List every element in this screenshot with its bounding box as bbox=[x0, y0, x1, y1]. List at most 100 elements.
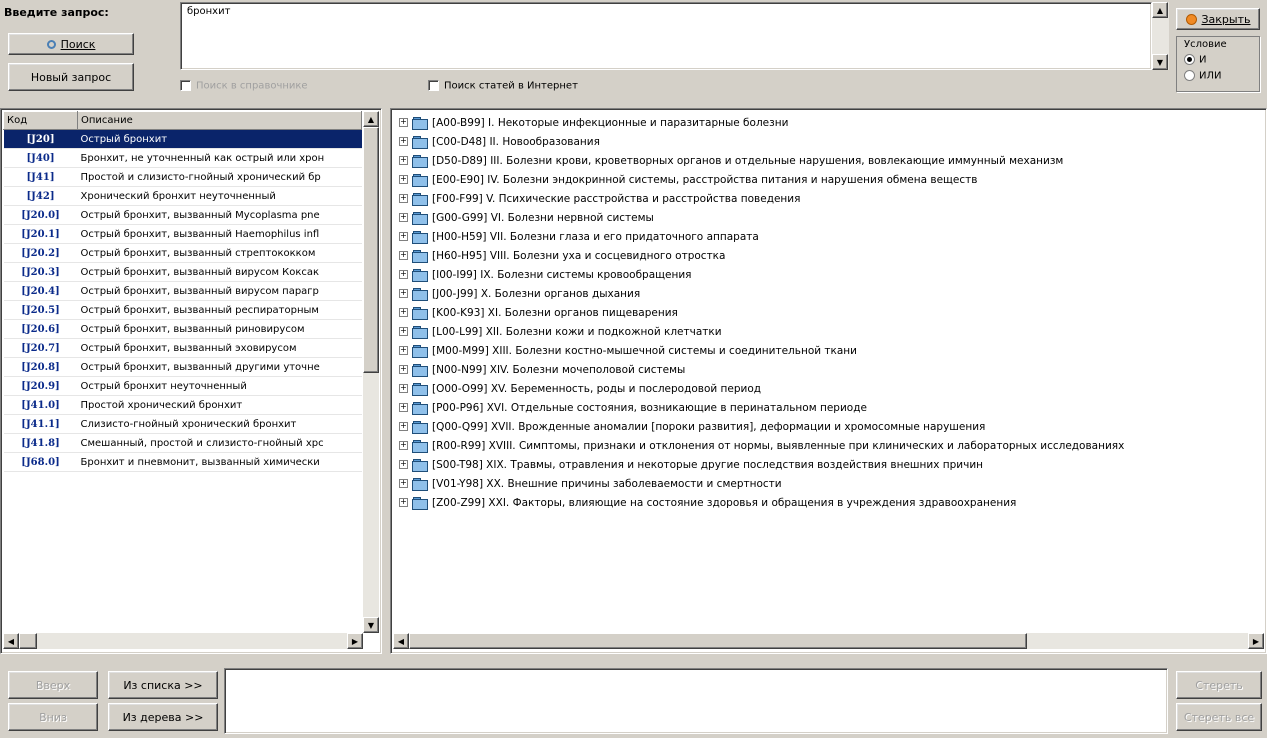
table-row[interactable]: [J20.9] Острый бронхит неуточненный bbox=[3, 376, 362, 396]
list-vscroll-thumb[interactable] bbox=[363, 127, 379, 373]
table-row[interactable]: [J20.0] Острый бронхит, вызванный Mycopla… bbox=[3, 205, 362, 225]
table-row[interactable]: [J41.8] Смешанный, простой и слизисто-гно… bbox=[3, 433, 362, 453]
from-list-button[interactable]: Из списка >> bbox=[108, 671, 218, 699]
search-internet-checkbox[interactable]: Поиск статей в Интернет bbox=[428, 80, 578, 92]
clear-all-button[interactable]: Стереть все bbox=[1176, 703, 1262, 731]
table-row[interactable]: [J41.1] Слизисто-гнойный хронический брон… bbox=[3, 414, 362, 434]
column-header-description[interactable]: Описание bbox=[77, 111, 362, 130]
expand-icon[interactable]: + bbox=[399, 498, 408, 507]
expand-icon[interactable]: + bbox=[399, 289, 408, 298]
search-internet-box[interactable] bbox=[428, 80, 439, 91]
tree-item[interactable]: + [I00-I99] IX. Болезни системы кровообра… bbox=[399, 265, 1261, 284]
new-query-button[interactable]: Новый запрос bbox=[8, 63, 134, 91]
tree-item[interactable]: + [V01-Y98] XX. Внешние причины заболевае… bbox=[399, 474, 1261, 493]
tree-item[interactable]: + [H00-H59] VII. Болезни глаза и его прид… bbox=[399, 227, 1261, 246]
tree-item[interactable]: + [K00-K93] XI. Болезни органов пищеварен… bbox=[399, 303, 1261, 322]
expand-icon[interactable]: + bbox=[399, 232, 408, 241]
radio-or[interactable]: ИЛИ bbox=[1184, 70, 1221, 82]
list-scroll-left-button[interactable]: ◀ bbox=[3, 633, 19, 649]
table-row[interactable]: [J20.4] Острый бронхит, вызванный вирусом… bbox=[3, 281, 362, 301]
tree-item[interactable]: + [H60-H95] VIII. Болезни уха и сосцевидн… bbox=[399, 246, 1261, 265]
expand-icon[interactable]: + bbox=[399, 137, 408, 146]
expand-icon[interactable]: + bbox=[399, 403, 408, 412]
table-row[interactable]: [J20.6] Острый бронхит, вызванный риновир… bbox=[3, 319, 362, 339]
tree-item[interactable]: + [R00-R99] XVIII. Симптомы, признаки и о… bbox=[399, 436, 1261, 455]
tree-item[interactable]: + [G00-G99] VI. Болезни нервной системы bbox=[399, 208, 1261, 227]
table-row[interactable]: [J40] Бронхит, не уточненный как острый и… bbox=[3, 148, 362, 168]
expand-icon[interactable]: + bbox=[399, 327, 408, 336]
expand-icon[interactable]: + bbox=[399, 479, 408, 488]
list-scroll-right-button[interactable]: ▶ bbox=[347, 633, 363, 649]
table-row[interactable]: [J20.2] Острый бронхит, вызванный стрепто… bbox=[3, 243, 362, 263]
up-button[interactable]: Вверх bbox=[8, 671, 98, 699]
tree-item[interactable]: + [N00-N99] XIV. Болезни мочеполовой сист… bbox=[399, 360, 1261, 379]
expand-icon[interactable]: + bbox=[399, 213, 408, 222]
tree-item[interactable]: + [P00-P96] XVI. Отдельные состояния, воз… bbox=[399, 398, 1261, 417]
list-hscrollbar[interactable] bbox=[3, 633, 363, 649]
row-code: [J20.1] bbox=[3, 224, 78, 244]
expand-icon[interactable]: + bbox=[399, 118, 408, 127]
down-button[interactable]: Вниз bbox=[8, 703, 98, 731]
results-list[interactable]: Код Описание [J20] Острый бронхит [J40] Бро… bbox=[0, 108, 382, 654]
row-description: Бронхит и пневмонит, вызванный химически bbox=[77, 452, 362, 472]
table-row[interactable]: [J20.1] Острый бронхит, вызванный Haemoph… bbox=[3, 224, 362, 244]
tree-item[interactable]: + [A00-B99] I. Некоторые инфекционные и п… bbox=[399, 113, 1261, 132]
radio-and-dot[interactable] bbox=[1184, 54, 1195, 65]
tree-item[interactable]: + [M00-M99] XIII. Болезни костно-мышечной… bbox=[399, 341, 1261, 360]
query-input[interactable]: бронхит bbox=[180, 2, 1152, 70]
radio-or-dot[interactable] bbox=[1184, 70, 1195, 81]
table-row[interactable]: [J41.0] Простой хронический бронхит bbox=[3, 395, 362, 415]
expand-icon[interactable]: + bbox=[399, 384, 408, 393]
tree-item[interactable]: + [F00-F99] V. Психические расстройства и… bbox=[399, 189, 1261, 208]
table-row[interactable]: [J41] Простой и слизисто-гнойный хроничес… bbox=[3, 167, 362, 187]
tree-item[interactable]: + [L00-L99] XII. Болезни кожи и подкожной… bbox=[399, 322, 1261, 341]
column-header-code[interactable]: Код bbox=[3, 111, 78, 130]
expand-icon[interactable]: + bbox=[399, 441, 408, 450]
table-row[interactable]: [J20.8] Острый бронхит, вызванный другими… bbox=[3, 357, 362, 377]
table-row[interactable]: [J20.7] Острый бронхит, вызванный эховиру… bbox=[3, 338, 362, 358]
tree-item[interactable]: + [S00-T98] XIX. Травмы, отравления и нек… bbox=[399, 455, 1261, 474]
close-button[interactable]: Закрыть bbox=[1176, 8, 1260, 30]
tree-item[interactable]: + [J00-J99] X. Болезни органов дыхания bbox=[399, 284, 1261, 303]
expand-icon[interactable]: + bbox=[399, 194, 408, 203]
expand-icon[interactable]: + bbox=[399, 156, 408, 165]
query-scroll-down-button[interactable]: ▼ bbox=[1152, 54, 1168, 70]
tree-item[interactable]: + [Z00-Z99] XXI. Факторы, влияющие на сос… bbox=[399, 493, 1261, 512]
tree-item[interactable]: + [E00-E90] IV. Болезни эндокринной систе… bbox=[399, 170, 1261, 189]
expand-icon[interactable]: + bbox=[399, 175, 408, 184]
expand-icon[interactable]: + bbox=[399, 308, 408, 317]
search-button[interactable]: Поиск bbox=[8, 33, 134, 55]
tree-item[interactable]: + [O00-O99] XV. Беременность, роды и посл… bbox=[399, 379, 1261, 398]
tree-item[interactable]: + [D50-D89] III. Болезни крови, кроветвор… bbox=[399, 151, 1261, 170]
row-code: [J41.1] bbox=[3, 414, 78, 434]
expand-icon[interactable]: + bbox=[399, 422, 408, 431]
search-reference-box[interactable] bbox=[180, 80, 191, 91]
list-scroll-down-button[interactable]: ▼ bbox=[363, 617, 379, 633]
clear-button[interactable]: Стереть bbox=[1176, 671, 1262, 699]
expand-icon[interactable]: + bbox=[399, 251, 408, 260]
search-reference-checkbox[interactable]: Поиск в справочнике bbox=[180, 80, 308, 92]
radio-and[interactable]: И bbox=[1184, 54, 1206, 66]
tree-item[interactable]: + [Q00-Q99] XVII. Врожденные аномалии [по… bbox=[399, 417, 1261, 436]
from-tree-button[interactable]: Из дерева >> bbox=[108, 703, 218, 731]
expand-icon[interactable]: + bbox=[399, 346, 408, 355]
tree-item[interactable]: + [C00-D48] II. Новообразования bbox=[399, 132, 1261, 151]
tree-item-label: [M00-M99] XIII. Болезни костно-мышечной … bbox=[432, 344, 857, 357]
table-row[interactable]: [J20.5] Острый бронхит, вызванный респира… bbox=[3, 300, 362, 320]
tree-hscroll-thumb[interactable] bbox=[409, 633, 1027, 649]
icd-tree[interactable]: + [A00-B99] I. Некоторые инфекционные и п… bbox=[390, 108, 1267, 654]
tree-scroll-right-button[interactable]: ▶ bbox=[1248, 633, 1264, 649]
table-row[interactable]: [J42] Хронический бронхит неуточненный bbox=[3, 186, 362, 206]
table-row[interactable]: [J20] Острый бронхит bbox=[3, 129, 362, 149]
tree-scroll-left-button[interactable]: ◀ bbox=[393, 633, 409, 649]
expand-icon[interactable]: + bbox=[399, 460, 408, 469]
expand-icon[interactable]: + bbox=[399, 270, 408, 279]
query-scroll-up-button[interactable]: ▲ bbox=[1152, 2, 1168, 18]
table-row[interactable]: [J20.3] Острый бронхит, вызванный вирусом… bbox=[3, 262, 362, 282]
tree-item-label: [N00-N99] XIV. Болезни мочеполовой систе… bbox=[432, 363, 686, 376]
list-scroll-up-button[interactable]: ▲ bbox=[363, 111, 379, 127]
expand-icon[interactable]: + bbox=[399, 365, 408, 374]
table-row[interactable]: [J68.0] Бронхит и пневмонит, вызванный хи… bbox=[3, 452, 362, 472]
selected-diagnoses-box[interactable] bbox=[224, 668, 1168, 734]
list-hscroll-thumb[interactable] bbox=[19, 633, 37, 649]
